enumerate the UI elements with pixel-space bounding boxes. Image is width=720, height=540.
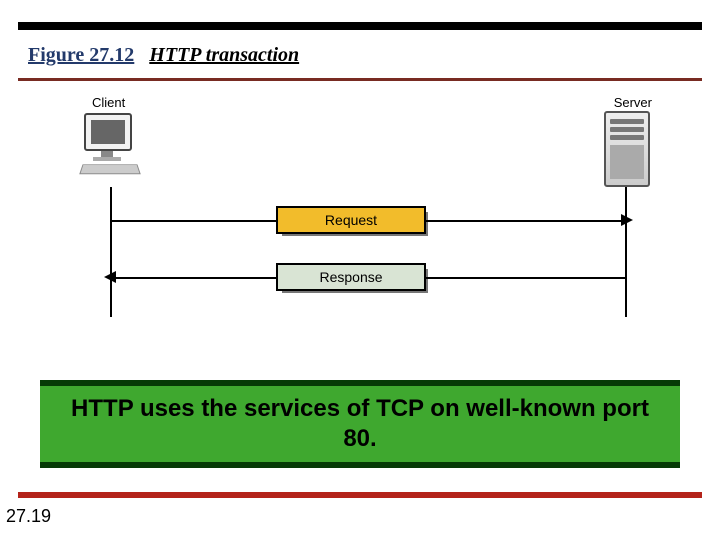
server-label: Server: [614, 95, 652, 110]
request-text: Request: [325, 212, 377, 228]
client-label: Client: [92, 95, 125, 110]
server-lifeline: [625, 187, 627, 317]
client-lifeline: [110, 187, 112, 317]
response-text: Response: [319, 269, 382, 285]
response-arrowhead: [104, 271, 116, 283]
heading-underline: [18, 78, 702, 81]
figure-title: HTTP transaction: [149, 44, 299, 66]
server-tower-icon: [604, 111, 650, 187]
top-black-bar: [18, 22, 702, 30]
http-transaction-diagram: Client Server Request Response: [60, 95, 660, 325]
callout-text: HTTP uses the services of TCP on well-kn…: [71, 395, 649, 452]
request-arrowhead: [621, 214, 633, 226]
figure-heading: Figure 27.12 HTTP transaction: [28, 44, 299, 67]
client-computer-icon: [75, 113, 145, 178]
response-box: Response: [276, 263, 426, 291]
slide-number: 27.19: [6, 506, 51, 527]
bottom-red-bar: [18, 492, 702, 498]
figure-number: Figure 27.12: [28, 44, 134, 66]
request-box: Request: [276, 206, 426, 234]
callout-banner: HTTP uses the services of TCP on well-kn…: [40, 380, 680, 468]
